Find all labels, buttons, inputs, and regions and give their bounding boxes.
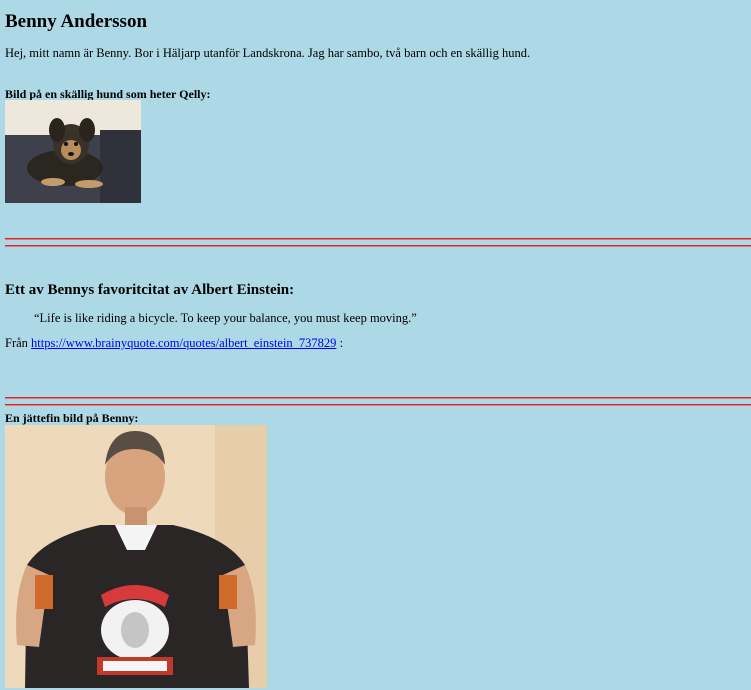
benny-caption: En jättefin bild på Benny: xyxy=(5,411,139,425)
quote-text: “Life is like riding a bicycle. To keep … xyxy=(34,311,417,325)
source-link[interactable]: https://www.brainyquote.com/quotes/alber… xyxy=(31,336,336,350)
quote-heading: Ett av Bennys favoritcitat av Albert Ein… xyxy=(5,282,295,298)
benny-photo xyxy=(5,425,267,688)
source-prefix: Från xyxy=(5,336,32,350)
page-title: Benny Andersson xyxy=(5,11,148,32)
intro-paragraph: Hej, mitt namn är Benny. Bor i Häljarp u… xyxy=(5,46,531,60)
section-divider xyxy=(5,397,751,406)
quote-source: Från https://www.brainyquote.com/quotes/… xyxy=(5,336,343,351)
section-divider xyxy=(5,238,751,247)
source-suffix: : xyxy=(336,336,344,350)
dog-photo xyxy=(5,100,141,203)
